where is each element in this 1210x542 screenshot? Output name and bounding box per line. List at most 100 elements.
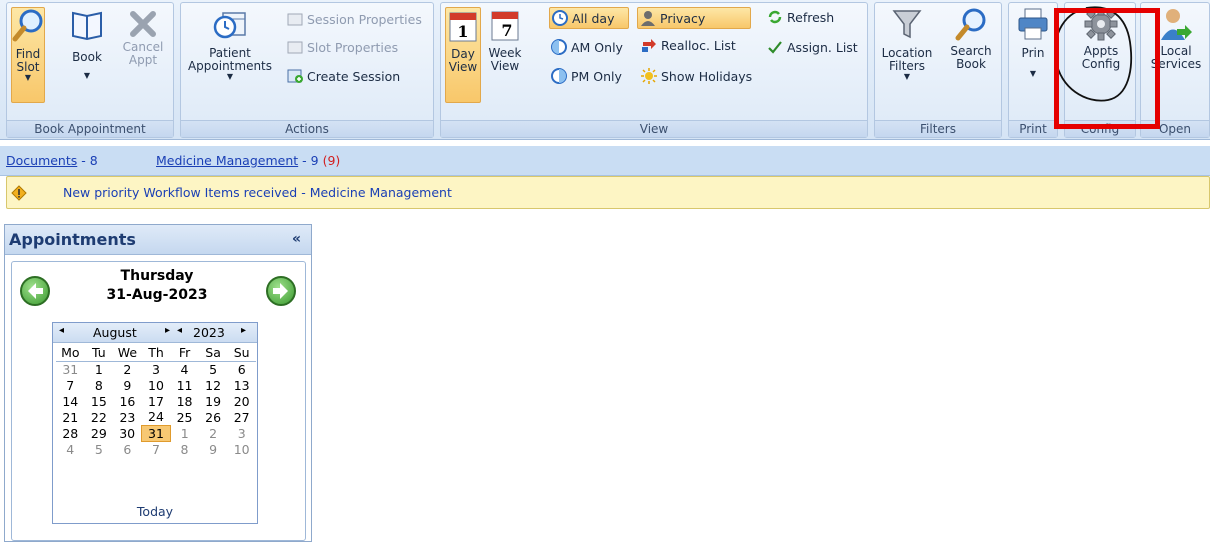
realloc-list-label: Realloc. List	[661, 38, 736, 53]
year-value[interactable]: 2023	[193, 325, 225, 340]
calendar-day[interactable]: 10	[142, 377, 171, 393]
warning-icon	[11, 185, 27, 204]
refresh-label: Refresh	[787, 10, 835, 25]
session-properties-label: Session Properties	[307, 12, 422, 27]
calendar-day[interactable]: 29	[85, 425, 114, 441]
arrow-left-icon	[28, 283, 43, 299]
calendar-day[interactable]: 16	[113, 393, 142, 409]
sun-icon	[641, 68, 657, 84]
location-filters-label: Location Filters	[881, 46, 933, 73]
priority-notice[interactable]: New priority Workflow Items received - M…	[6, 176, 1210, 209]
documents-link[interactable]: Documents	[6, 153, 77, 168]
group-title-actions: Actions	[181, 120, 433, 137]
calendar-day[interactable]: 21	[56, 409, 85, 425]
calendar-day[interactable]: 11	[170, 377, 199, 393]
calendar-day[interactable]: 2	[113, 361, 142, 377]
calendar-day[interactable]: 3	[142, 361, 171, 377]
calendar-day[interactable]: 30	[113, 425, 142, 441]
calendar-day[interactable]: 27	[227, 409, 256, 425]
calendar-day[interactable]: 4	[56, 441, 85, 457]
prev-year-button[interactable]: ◂	[177, 325, 182, 336]
location-filters-button[interactable]: Location Filters ▼	[879, 7, 935, 81]
calendar-day[interactable]: 7	[56, 377, 85, 393]
find-slot-button[interactable]: Find Slot ▼	[11, 7, 45, 103]
calendar-day[interactable]: 24	[142, 409, 171, 425]
calendar-day[interactable]: 28	[56, 425, 85, 441]
calendar-day[interactable]: 15	[85, 393, 114, 409]
calendar-day[interactable]: 3	[227, 425, 256, 441]
checkmark-icon	[767, 39, 783, 55]
refresh-button[interactable]: Refresh	[767, 7, 834, 29]
calendar-day[interactable]: 2	[199, 425, 228, 441]
funnel-icon	[890, 7, 924, 41]
month-name[interactable]: August	[93, 325, 137, 340]
calendar-day[interactable]: 5	[199, 361, 228, 377]
calendar-day[interactable]: 22	[85, 409, 114, 425]
calendar-day[interactable]: 14	[56, 393, 85, 409]
calendar-day[interactable]: 6	[227, 361, 256, 377]
calendar-day[interactable]: 4	[170, 361, 199, 377]
pm-only-label: PM Only	[571, 69, 622, 84]
calendar-day[interactable]: 12	[199, 377, 228, 393]
calendar-day[interactable]: 23	[113, 409, 142, 425]
calendar-day[interactable]: 13	[227, 377, 256, 393]
day-view-button[interactable]: 1 Day View	[445, 7, 481, 103]
patient-appointments-button[interactable]: Patient Appointments ▼	[187, 7, 273, 81]
calendar-day[interactable]: 7	[142, 441, 171, 457]
session-properties-button[interactable]: Session Properties	[287, 9, 422, 31]
date-navigator: Thursday 31-Aug-2023 ◂ August ▸ ◂ 2023 ▸…	[11, 261, 306, 541]
all-day-button[interactable]: All day	[549, 7, 629, 29]
privacy-button[interactable]: Privacy	[637, 7, 751, 29]
calendar-day[interactable]: 26	[199, 409, 228, 425]
next-year-button[interactable]: ▸	[241, 325, 246, 336]
calendar-day[interactable]: 8	[170, 441, 199, 457]
calendar-day[interactable]: 18	[170, 393, 199, 409]
calendar-day[interactable]: 9	[199, 441, 228, 457]
create-session-button[interactable]: Create Session	[287, 66, 400, 88]
group-actions: Patient Appointments ▼ Session Propertie…	[180, 2, 434, 138]
week-row: 4 5 6 7 8 9 10	[56, 441, 256, 457]
calendar-day[interactable]: 6	[113, 441, 142, 457]
calendar-day[interactable]: 10	[227, 441, 256, 457]
selected-date: 31-Aug-2023	[106, 287, 208, 303]
calendar-day[interactable]: 1	[85, 361, 114, 377]
realloc-list-button[interactable]: Realloc. List	[641, 35, 736, 57]
search-book-label: Search Book	[950, 44, 992, 71]
calendar-day[interactable]: 19	[199, 393, 228, 409]
book-button[interactable]: Book ▼	[67, 7, 107, 80]
previous-day-button[interactable]	[20, 276, 50, 306]
weekday-header: Mo	[56, 345, 85, 362]
calendar-day[interactable]: 31	[141, 424, 171, 442]
calendar-day[interactable]: 9	[113, 377, 142, 393]
week-row: 14 15 16 17 18 19 20	[56, 393, 256, 409]
collapse-button[interactable]: «	[292, 231, 301, 247]
properties-icon	[287, 11, 303, 27]
all-day-label: All day	[572, 11, 615, 26]
medicine-count: - 9	[298, 153, 323, 168]
pm-only-button[interactable]: PM Only	[551, 66, 622, 88]
calendar-day[interactable]: 31	[56, 361, 85, 377]
search-book-button[interactable]: Search Book	[947, 7, 995, 71]
show-holidays-button[interactable]: Show Holidays	[641, 66, 752, 88]
assign-list-button[interactable]: Assign. List	[767, 37, 858, 59]
calendar-day[interactable]: 20	[227, 393, 256, 409]
am-only-button[interactable]: AM Only	[551, 37, 623, 59]
today-button[interactable]: Today	[53, 504, 257, 519]
group-title-book-appointment: Book Appointment	[7, 120, 173, 137]
medicine-management-link[interactable]: Medicine Management	[156, 153, 298, 168]
cancel-appt-button[interactable]: Cancel Appt	[121, 7, 165, 67]
appointments-panel: Appointments « Thursday 31-Aug-2023 ◂ Au…	[4, 224, 312, 542]
calendar-day[interactable]: 17	[142, 393, 171, 409]
privacy-label: Privacy	[660, 11, 706, 26]
calendar-day[interactable]: 1	[170, 425, 199, 441]
calendar-day[interactable]: 8	[85, 377, 114, 393]
prev-month-button[interactable]: ◂	[59, 325, 64, 336]
slot-properties-button[interactable]: Slot Properties	[287, 37, 398, 59]
calendar-day[interactable]: 5	[85, 441, 114, 457]
priority-notice-text: New priority Workflow Items received - M…	[63, 185, 452, 200]
next-day-button[interactable]	[266, 276, 296, 306]
calendar-day[interactable]: 25	[170, 409, 199, 425]
next-month-button[interactable]: ▸	[165, 325, 170, 336]
book-icon	[70, 7, 104, 41]
week-view-button[interactable]: 7 Week View	[487, 7, 523, 73]
